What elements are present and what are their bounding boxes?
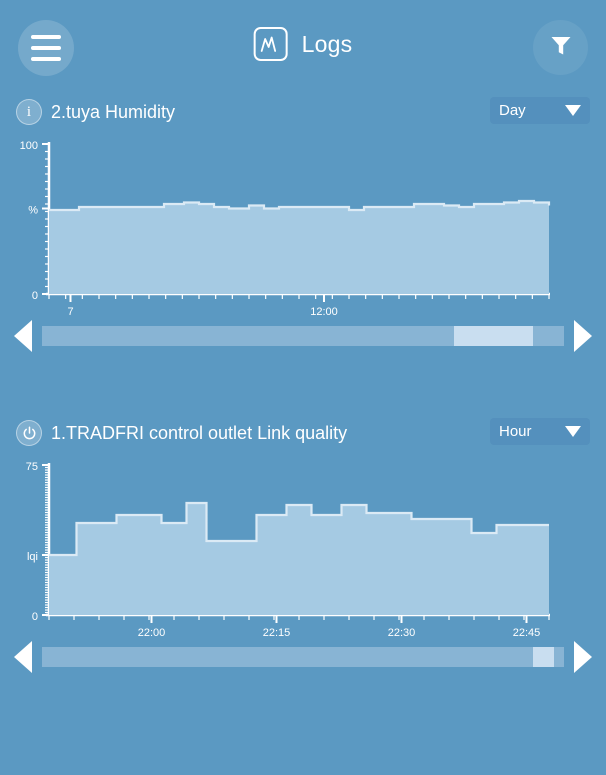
arrow-left-icon[interactable] <box>14 320 32 352</box>
scrollbar-thumb[interactable] <box>454 326 533 346</box>
filter-button[interactable] <box>533 20 588 75</box>
range-select-label: Day <box>499 102 526 119</box>
svg-text:100: 100 <box>20 140 38 152</box>
info-icon-glyph: i <box>26 103 32 120</box>
svg-text:0: 0 <box>32 290 38 302</box>
chart-header: i 2.tuya Humidity Day <box>16 96 590 128</box>
svg-text:12:00: 12:00 <box>310 306 338 318</box>
chart-header: 1.TRADFRI control outlet Link quality Ho… <box>16 417 590 449</box>
scrollbar-track[interactable] <box>42 326 564 346</box>
arrow-left-icon[interactable] <box>14 641 32 673</box>
svg-text:22:15: 22:15 <box>263 627 291 639</box>
svg-text:75: 75 <box>26 461 38 473</box>
arrow-right-icon[interactable] <box>574 641 592 673</box>
chart-scrollbar-humidity <box>14 319 592 353</box>
svg-text:0: 0 <box>32 611 38 623</box>
svg-text:22:45: 22:45 <box>513 627 541 639</box>
chevron-down-icon <box>565 426 581 437</box>
power-icon[interactable] <box>16 420 42 446</box>
svg-text:lqi: lqi <box>27 551 38 563</box>
chart-block-humidity: i 2.tuya Humidity Day 100% 0 7 12:00 <box>0 96 606 353</box>
chevron-down-icon <box>565 105 581 116</box>
svg-text:7: 7 <box>67 306 73 318</box>
arrow-right-icon[interactable] <box>574 320 592 352</box>
hamburger-menu-button[interactable] <box>18 20 74 76</box>
svg-text:%: % <box>28 205 38 217</box>
chart-title: 1.TRADFRI control outlet Link quality <box>51 422 348 443</box>
range-select-hour[interactable]: Hour <box>490 418 590 445</box>
hamburger-icon-bar <box>31 35 61 39</box>
chart-plot-humidity[interactable]: 100% 0 7 12:00 <box>0 134 606 319</box>
scrollbar-thumb[interactable] <box>532 647 554 667</box>
chart-title: 2.tuya Humidity <box>51 101 176 122</box>
chart-scrollbar-link-quality <box>14 640 592 674</box>
app-title-group: Logs <box>253 27 353 61</box>
hamburger-icon-bar <box>31 57 61 61</box>
range-select-label: Hour <box>499 423 532 440</box>
chart-plot-link-quality[interactable]: 75 lqi 0 22:00 22:15 22:30 22:45 <box>0 455 606 640</box>
filter-funnel-icon <box>548 32 574 63</box>
svg-text:22:00: 22:00 <box>138 627 166 639</box>
range-select-day[interactable]: Day <box>490 97 590 124</box>
humidity-area-chart: 100% 0 7 12:00 <box>20 140 551 318</box>
hamburger-icon-bar <box>31 46 61 50</box>
top-app-bar: Logs <box>0 0 606 96</box>
logs-chart-icon <box>253 27 288 61</box>
page-title: Logs <box>301 30 353 57</box>
svg-text:22:30: 22:30 <box>388 627 416 639</box>
chart-block-link-quality: 1.TRADFRI control outlet Link quality Ho… <box>0 417 606 674</box>
info-icon[interactable]: i <box>16 99 42 125</box>
link-quality-area-chart: 75 lqi 0 22:00 22:15 22:30 22:45 <box>26 461 550 639</box>
scrollbar-track[interactable] <box>42 647 564 667</box>
